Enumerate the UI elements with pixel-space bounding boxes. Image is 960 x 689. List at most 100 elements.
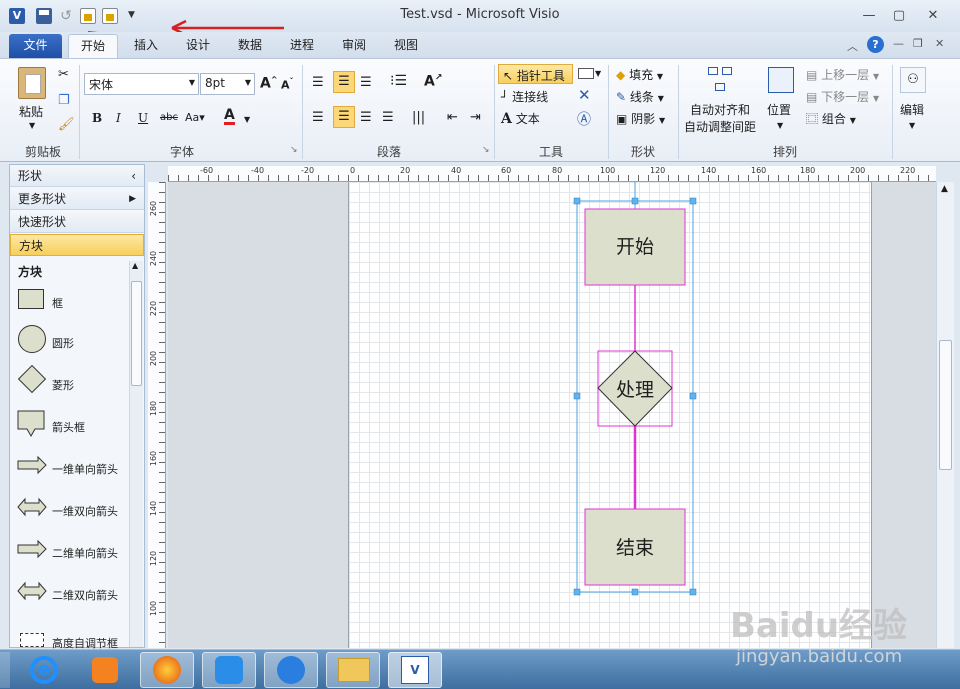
- align-center-icon[interactable]: ☰: [333, 106, 355, 128]
- minimize-button[interactable]: —: [856, 6, 882, 26]
- taskbar-media-icon[interactable]: [78, 652, 132, 688]
- ribbon-collapse-icon[interactable]: ︿: [847, 38, 858, 54]
- shape-item-2d-single-arrow[interactable]: 二维单向箭头: [16, 533, 130, 573]
- underline-icon[interactable]: U: [138, 111, 148, 125]
- font-size-combo[interactable]: 8pt ▼: [200, 73, 255, 95]
- taskbar-visio-icon[interactable]: V: [388, 652, 442, 688]
- align-bottom-icon[interactable]: ☰: [360, 75, 372, 90]
- tab-process[interactable]: 进程: [281, 34, 323, 58]
- pointer-tool-button[interactable]: ↖ 指针工具: [498, 64, 573, 84]
- scroll-thumb[interactable]: [939, 340, 952, 470]
- grow-font-icon[interactable]: A^: [260, 75, 278, 92]
- auto-align-icon[interactable]: [706, 65, 736, 95]
- align-top-icon[interactable]: ☰: [312, 75, 324, 90]
- position-icon[interactable]: [768, 67, 794, 93]
- justify-icon[interactable]: ☰: [382, 110, 394, 125]
- paste-button[interactable]: 粘贴: [19, 103, 43, 120]
- shape-item-arrow-box[interactable]: 箭头框: [16, 407, 130, 447]
- distribute-icon[interactable]: |||: [412, 110, 425, 125]
- ruler-label: 180: [149, 400, 159, 417]
- start-orb-icon[interactable]: [0, 652, 10, 688]
- font-color-dropdown-icon[interactable]: ▼: [244, 115, 250, 124]
- bullets-icon[interactable]: ⁝☰: [390, 73, 407, 89]
- font-color-icon[interactable]: A: [224, 108, 235, 125]
- bold-icon[interactable]: B: [92, 111, 102, 125]
- shape-item-auto-height-box[interactable]: 高度自调节框: [16, 627, 130, 650]
- send-backward-button[interactable]: ▤ 下移一层 ▼: [806, 88, 879, 105]
- text-tool-button[interactable]: A 文本: [501, 110, 540, 127]
- shape-item-diamond[interactable]: 菱形: [16, 364, 130, 405]
- tab-design[interactable]: 设计: [177, 34, 219, 58]
- taskbar-notes-icon[interactable]: [264, 652, 318, 688]
- taskbar-ie-icon[interactable]: e: [18, 652, 72, 688]
- tab-home[interactable]: 开始: [68, 34, 118, 58]
- shadow-button[interactable]: ▣ 阴影 ▼: [616, 110, 665, 127]
- more-shapes-button[interactable]: 更多形状 ▶: [10, 188, 144, 210]
- shape-item-1d-double-arrow[interactable]: 一维双向箭头: [16, 491, 130, 531]
- bring-forward-button[interactable]: ▤ 上移一层 ▼: [806, 66, 879, 83]
- shape-item-1d-single-arrow[interactable]: 一维单向箭头: [16, 449, 130, 489]
- canvas-vertical-scrollbar[interactable]: ▲: [936, 182, 954, 648]
- line-button[interactable]: ✎ 线条 ▼: [616, 88, 664, 105]
- scroll-up-icon[interactable]: ▲: [941, 184, 948, 194]
- rectangle-tool-icon[interactable]: [578, 68, 594, 79]
- auto-space-button[interactable]: 自动调整间距: [684, 118, 756, 135]
- editing-button[interactable]: 编辑: [900, 101, 924, 118]
- font-dialog-launcher-icon[interactable]: ↘: [290, 145, 298, 155]
- position-dropdown-icon[interactable]: ▼: [777, 121, 783, 130]
- tab-file[interactable]: 文件: [9, 34, 62, 58]
- connector-button[interactable]: ┘ 连接线: [501, 88, 548, 105]
- shape-item-box[interactable]: 框: [16, 283, 130, 323]
- tab-view[interactable]: 视图: [385, 34, 427, 58]
- close-button[interactable]: ✕: [920, 6, 946, 26]
- paste-dropdown-icon[interactable]: ▼: [29, 121, 35, 130]
- tab-review[interactable]: 审阅: [333, 34, 375, 58]
- stencil-scrollbar[interactable]: ▲: [129, 261, 143, 647]
- stencil-scroll-thumb[interactable]: [131, 281, 142, 386]
- start-shape-label: 开始: [615, 236, 654, 258]
- shape-item-2d-double-arrow[interactable]: 二维双向箭头: [16, 575, 130, 615]
- help-icon[interactable]: ?: [867, 36, 884, 53]
- paragraph-dialog-launcher-icon[interactable]: ↘: [482, 145, 490, 155]
- doc-restore-icon[interactable]: ❐: [913, 37, 923, 50]
- copy-icon[interactable]: ❐: [58, 93, 70, 108]
- stencil-scroll-up-icon[interactable]: ▲: [132, 261, 138, 270]
- collapse-panel-icon[interactable]: ‹: [131, 165, 136, 187]
- maximize-button[interactable]: ▢: [886, 6, 912, 26]
- rectangle-dropdown-icon[interactable]: ▼: [595, 69, 601, 78]
- taskbar-firefox-icon[interactable]: [140, 652, 194, 688]
- close-x-icon[interactable]: ✕: [578, 86, 591, 104]
- text-direction-icon[interactable]: A↗: [424, 73, 442, 90]
- position-button[interactable]: 位置: [767, 101, 791, 118]
- doc-close-icon[interactable]: ✕: [935, 37, 944, 50]
- doc-minimize-icon[interactable]: —: [893, 37, 904, 50]
- shrink-font-icon[interactable]: Aˇ: [281, 77, 294, 92]
- cut-icon[interactable]: ✂: [58, 67, 69, 82]
- chevron-down-icon: ▼: [849, 116, 856, 125]
- group-button[interactable]: ⿴ 组合 ▼: [806, 110, 856, 127]
- change-case-icon[interactable]: Aa▾: [185, 111, 205, 124]
- paste-icon[interactable]: [18, 67, 46, 99]
- editing-dropdown-icon[interactable]: ▼: [909, 121, 915, 130]
- shape-item-circle[interactable]: 圆形: [16, 323, 130, 363]
- taskbar-explorer-icon[interactable]: [326, 652, 380, 688]
- increase-indent-icon[interactable]: ⇥: [470, 110, 481, 125]
- stencil-tab-blocks[interactable]: 方块: [10, 234, 144, 256]
- italic-icon[interactable]: I: [116, 111, 121, 125]
- strikethrough-icon[interactable]: abc: [160, 112, 178, 123]
- format-painter-icon[interactable]: 🖌: [58, 117, 75, 132]
- align-right-icon[interactable]: ☰: [360, 110, 372, 125]
- align-left-icon[interactable]: ☰: [312, 110, 324, 125]
- taskbar-chat-icon[interactable]: [202, 652, 256, 688]
- auto-align-button[interactable]: 自动对齐和: [690, 101, 750, 118]
- tab-data[interactable]: 数据: [229, 34, 271, 58]
- quick-shapes-button[interactable]: 快速形状: [10, 211, 144, 233]
- font-name-combo[interactable]: 宋体 ▼: [84, 73, 199, 95]
- decrease-indent-icon[interactable]: ⇤: [447, 110, 458, 125]
- group-label-tools: 工具: [538, 145, 563, 159]
- fill-button[interactable]: ◆ 填充 ▼: [616, 66, 663, 83]
- align-middle-icon[interactable]: ☰: [333, 71, 355, 93]
- binoculars-icon[interactable]: ⚇: [900, 67, 926, 93]
- connection-point-icon[interactable]: Ⓐ: [577, 109, 591, 129]
- tab-insert[interactable]: 插入: [125, 34, 167, 58]
